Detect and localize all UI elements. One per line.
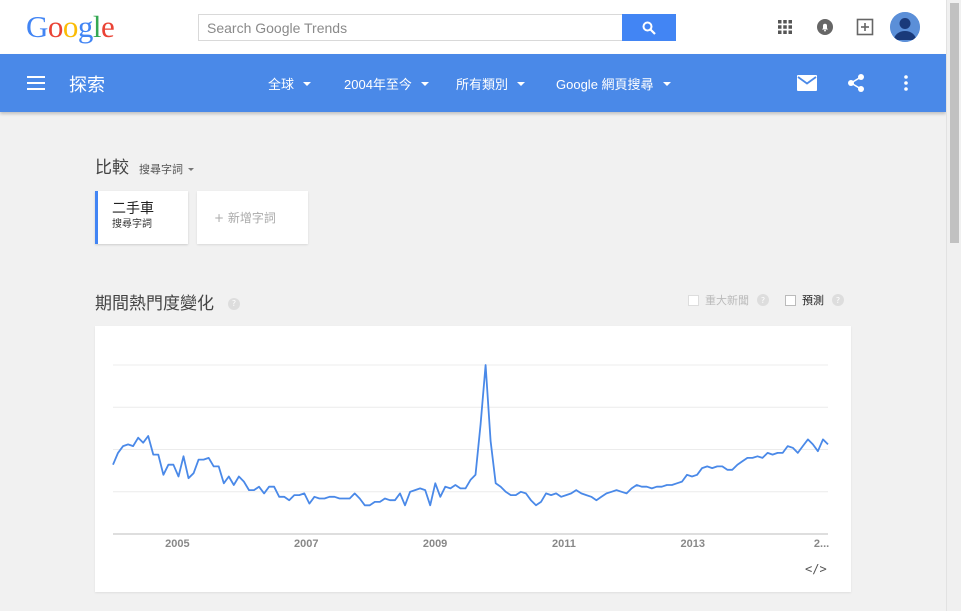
search-input[interactable] [198,14,622,41]
search-type-filter-label: Google 網頁搜尋 [556,77,654,92]
add-term-label: + 新增字詞 [214,211,276,225]
page-title: 探索 [69,75,105,96]
interest-chart-card: 2005 2007 2009 2011 2013 2... </> [95,326,851,592]
embed-code-icon[interactable]: </> [805,562,827,576]
news-headlines-checkbox [688,294,699,306]
forecast-label[interactable]: 預測 [802,292,824,308]
google-logo[interactable]: Google [26,9,115,45]
scrollbar-thumb[interactable] [950,3,959,243]
logo-letter: l [92,9,102,44]
series-line[interactable] [112,364,829,507]
region-filter[interactable]: 全球 [268,74,312,93]
notifications-icon[interactable] [810,12,840,42]
logo-letter: o [62,9,79,44]
forecast-checkbox[interactable] [785,294,796,306]
news-headlines-label: 重大新聞 [705,294,749,307]
compare-type-dropdown[interactable]: 搜尋字詞 [139,161,194,177]
apps-grid-icon[interactable] [770,12,800,42]
explore-toolbar: 探索 全球 2004年至今 所有類別 Google 網頁搜尋 [0,54,946,112]
search-button[interactable] [622,14,676,41]
logo-letter: G [26,9,48,44]
time-range-filter[interactable]: 2004年至今 [344,74,429,93]
search-term-type: 搜尋字詞 [112,219,152,230]
search-term-name: 二手車 [112,201,154,217]
chevron-down-icon [420,81,429,86]
interest-over-time-title: 期間熱門度變化 [95,294,214,314]
page-scrollbar[interactable] [946,0,961,611]
region-filter-label: 全球 [268,77,295,92]
interest-line-chart[interactable]: 2005 2007 2009 2011 2013 2... [95,326,851,592]
more-vert-icon[interactable] [894,71,918,95]
category-filter-label: 所有類別 [456,77,509,92]
chevron-down-icon [188,167,194,171]
x-tick-label: 2013 [680,538,704,550]
compare-title: 比較 [95,158,129,178]
help-icon[interactable]: ? [228,297,240,310]
time-range-filter-label: 2004年至今 [344,77,412,92]
compare-type-label: 搜尋字詞 [139,163,183,176]
logo-letter: o [47,9,64,44]
x-tick-label: 2011 [552,538,576,550]
compare-section-title: 比較 搜尋字詞 [95,153,194,178]
chevron-down-icon [517,81,526,86]
help-icon[interactable]: ? [832,294,844,306]
x-tick-label: 2... [814,538,829,550]
menu-icon[interactable] [27,76,45,90]
category-filter[interactable]: 所有類別 [456,74,526,93]
search-type-filter[interactable]: Google 網頁搜尋 [556,74,671,93]
email-icon[interactable] [795,71,819,95]
interest-over-time-heading: 期間熱門度變化 ? [95,289,240,314]
help-icon: ? [757,294,769,306]
chart-toggles: 重大新聞 ? 預測 ? [688,292,844,308]
share-icon[interactable] [844,71,868,95]
logo-letter: g [77,9,94,44]
search-icon [642,21,656,35]
x-tick-label: 2007 [294,538,318,550]
account-avatar-icon[interactable] [890,12,920,42]
chevron-down-icon [662,81,671,86]
chevron-down-icon [303,81,312,86]
x-tick-label: 2005 [165,538,189,550]
add-box-icon[interactable] [850,12,880,42]
add-term-button[interactable]: + 新增字詞 [197,191,308,244]
x-tick-label: 2009 [423,538,447,550]
top-header: Google [0,0,946,54]
logo-letter: e [101,9,115,44]
search-term-card[interactable]: 二手車 搜尋字詞 [95,191,188,244]
